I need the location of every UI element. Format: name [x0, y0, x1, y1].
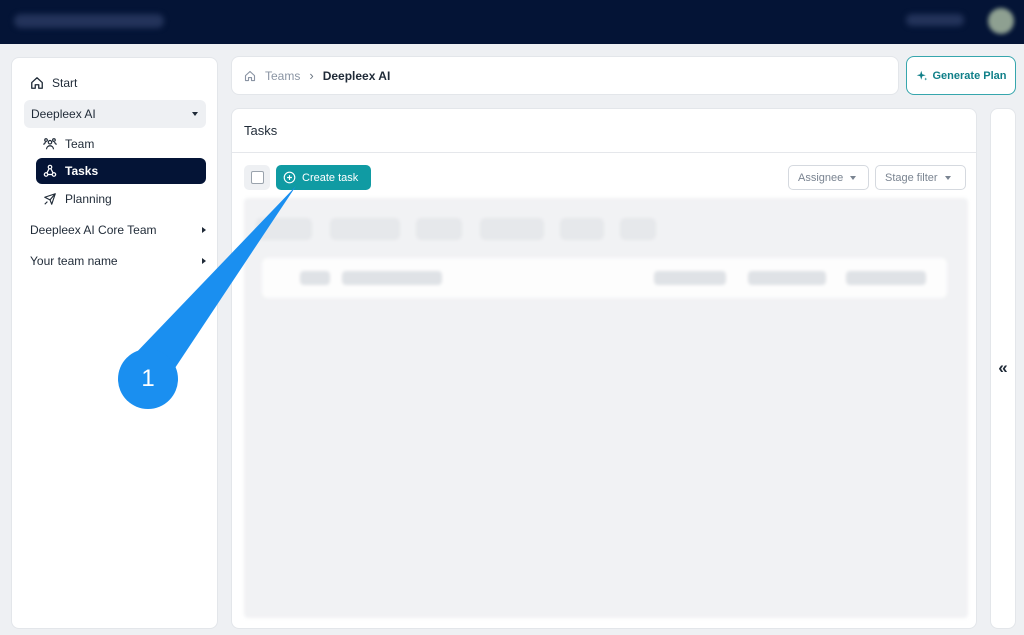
- blurred-tab: [620, 218, 656, 240]
- sidebar-group-deepleex-ai[interactable]: Deepleex AI: [24, 100, 206, 128]
- create-task-label: Create task: [302, 171, 359, 184]
- planning-icon: [44, 193, 56, 205]
- sidebar-group-label: Your team name: [30, 254, 118, 268]
- sparkle-icon: [916, 70, 927, 80]
- generate-plan-label: Generate Plan: [932, 69, 1007, 82]
- chevron-right-icon: ›: [309, 68, 314, 83]
- stage-filter-label: Stage filter: [885, 171, 938, 184]
- sidebar-item-start[interactable]: Start: [30, 74, 77, 92]
- sidebar-item-label: Planning: [65, 192, 112, 206]
- blurred-user-name[interactable]: [906, 14, 964, 26]
- double-chevron-left-icon[interactable]: «: [991, 358, 1015, 378]
- blurred-chip: [846, 271, 926, 285]
- tasks-panel: Tasks Create task Assignee Stage filter: [231, 108, 977, 629]
- select-all-checkbox[interactable]: [244, 165, 270, 190]
- sidebar-item-label: Team: [65, 137, 95, 151]
- plus-circle-icon: [283, 171, 296, 184]
- avatar[interactable]: [988, 8, 1014, 34]
- generate-plan-button[interactable]: Generate Plan: [906, 56, 1016, 95]
- right-panel: «: [990, 108, 1016, 629]
- blurred-tab: [480, 218, 544, 240]
- blurred-chip: [300, 271, 330, 285]
- top-bar: [0, 0, 1024, 44]
- sidebar-group-core-team[interactable]: Deepleex AI Core Team: [30, 220, 206, 240]
- blurred-chip: [342, 271, 442, 285]
- blurred-tab: [560, 218, 604, 240]
- sidebar-item-planning[interactable]: Planning: [36, 186, 206, 212]
- sidebar-item-label: Tasks: [65, 164, 99, 178]
- stage-filter[interactable]: Stage filter: [875, 165, 966, 190]
- assignee-filter[interactable]: Assignee: [788, 165, 869, 190]
- sidebar-item-label: Start: [52, 76, 78, 90]
- blurred-tab: [416, 218, 462, 240]
- breadcrumb: Teams › Deepleex AI: [231, 56, 899, 95]
- sidebar: Start Deepleex AI Team Tasks Planning De…: [11, 57, 218, 629]
- page-title: Tasks: [244, 123, 278, 138]
- breadcrumb-current: Deepleex AI: [322, 68, 391, 83]
- blurred-tab: [256, 218, 312, 240]
- caret-down-icon: [944, 175, 951, 180]
- sidebar-item-tasks[interactable]: Tasks: [36, 158, 206, 184]
- caret-right-icon: [202, 258, 206, 264]
- tasks-icon: [43, 164, 57, 177]
- blurred-tab: [330, 218, 400, 240]
- step-number-badge: 1: [141, 365, 155, 392]
- team-icon: [43, 138, 57, 150]
- sidebar-group-label: Deepleex AI: [31, 107, 96, 121]
- caret-down-icon: [850, 175, 857, 180]
- assignee-filter-label: Assignee: [798, 171, 844, 184]
- sidebar-group-your-team[interactable]: Your team name: [30, 251, 206, 271]
- home-icon: [31, 77, 43, 89]
- blurred-task-board: [244, 198, 968, 618]
- caret-right-icon: [202, 227, 206, 233]
- create-task-button[interactable]: Create task: [276, 165, 371, 190]
- home-icon[interactable]: [244, 70, 256, 82]
- sidebar-group-label: Deepleex AI Core Team: [30, 223, 157, 237]
- blurred-task-row: [262, 258, 947, 298]
- caret-down-icon: [192, 112, 198, 116]
- divider: [232, 152, 976, 153]
- blurred-chip: [748, 271, 826, 285]
- breadcrumb-teams-link[interactable]: Teams: [265, 69, 300, 83]
- blurred-chip: [654, 271, 726, 285]
- blurred-logo: [14, 14, 164, 28]
- sidebar-item-team[interactable]: Team: [36, 131, 206, 157]
